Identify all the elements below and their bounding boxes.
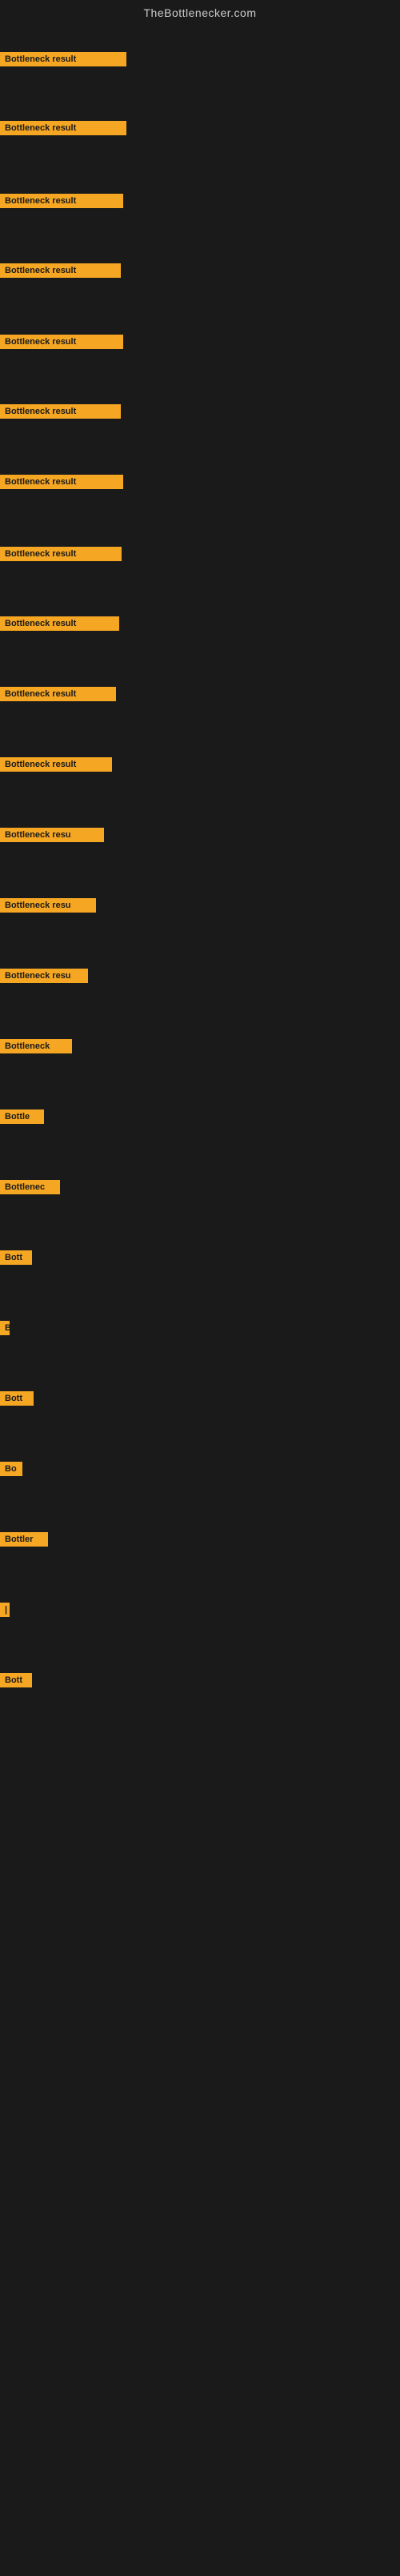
bottleneck-badge: Bottle bbox=[0, 1109, 44, 1124]
bottleneck-result-item: Bottleneck bbox=[0, 1039, 72, 1057]
bottleneck-result-item: Bottlenec bbox=[0, 1180, 60, 1198]
bottleneck-result-item: Bottleneck resu bbox=[0, 969, 88, 987]
bottleneck-result-item: Bottleneck result bbox=[0, 263, 121, 282]
bottleneck-result-item: Bottleneck result bbox=[0, 121, 126, 139]
bottleneck-badge: Bo bbox=[0, 1462, 22, 1476]
bottleneck-badge: Bottler bbox=[0, 1532, 48, 1547]
bottleneck-result-item: Bottleneck result bbox=[0, 52, 126, 70]
bottleneck-result-item: Bottleneck result bbox=[0, 475, 123, 493]
bottleneck-badge: Bottleneck result bbox=[0, 52, 126, 66]
bottleneck-badge: Bottleneck result bbox=[0, 687, 116, 701]
bottleneck-result-item: Bottleneck result bbox=[0, 547, 122, 565]
bottleneck-result-item: Bottleneck result bbox=[0, 194, 123, 212]
bottleneck-badge: | bbox=[0, 1603, 10, 1617]
bottleneck-badge: Bott bbox=[0, 1391, 34, 1406]
bottleneck-badge: Bottleneck resu bbox=[0, 898, 96, 913]
bottleneck-badge: Bottleneck resu bbox=[0, 969, 88, 983]
bottleneck-result-item: Bott bbox=[0, 1250, 32, 1269]
bottleneck-badge: Bottleneck result bbox=[0, 616, 119, 631]
bottleneck-result-item: Bottleneck result bbox=[0, 616, 119, 635]
bottleneck-badge: Bottleneck result bbox=[0, 121, 126, 135]
bottleneck-badge: Bottleneck resu bbox=[0, 828, 104, 842]
bottleneck-result-item: Bottleneck result bbox=[0, 335, 123, 353]
bottleneck-badge: Bottleneck result bbox=[0, 475, 123, 489]
bottleneck-result-item: Bo bbox=[0, 1462, 22, 1480]
bottleneck-badge: Bott bbox=[0, 1250, 32, 1265]
bottleneck-badge: Bottleneck result bbox=[0, 263, 121, 278]
site-title: TheBottlenecker.com bbox=[0, 0, 400, 22]
bottleneck-result-item: Bottleneck resu bbox=[0, 828, 104, 846]
bottleneck-result-item: Bottle bbox=[0, 1109, 44, 1128]
bottleneck-result-item: Bottleneck result bbox=[0, 404, 121, 423]
bottleneck-badge: Bottleneck result bbox=[0, 547, 122, 561]
bottleneck-badge: Bottleneck result bbox=[0, 757, 112, 772]
bottleneck-result-item: B bbox=[0, 1321, 10, 1339]
bottleneck-badge: Bott bbox=[0, 1673, 32, 1687]
bottleneck-result-item: Bottleneck result bbox=[0, 757, 112, 776]
bottleneck-result-item: Bott bbox=[0, 1673, 32, 1691]
bottleneck-badge: Bottleneck result bbox=[0, 335, 123, 349]
bottleneck-result-item: | bbox=[0, 1603, 10, 1621]
bottleneck-badge: Bottleneck result bbox=[0, 194, 123, 208]
bottleneck-badge: Bottlenec bbox=[0, 1180, 60, 1194]
bottleneck-result-item: Bottleneck result bbox=[0, 687, 116, 705]
bottleneck-badge: B bbox=[0, 1321, 10, 1335]
bottleneck-result-item: Bott bbox=[0, 1391, 34, 1410]
bottleneck-result-item: Bottleneck resu bbox=[0, 898, 96, 917]
bottleneck-badge: Bottleneck bbox=[0, 1039, 72, 1053]
bottleneck-result-item: Bottler bbox=[0, 1532, 48, 1551]
bottleneck-badge: Bottleneck result bbox=[0, 404, 121, 419]
